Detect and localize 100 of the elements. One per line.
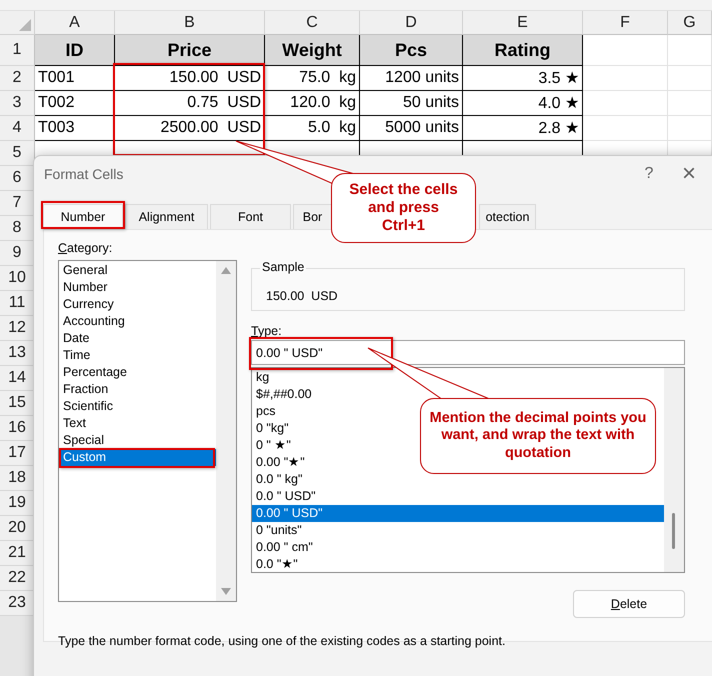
help-button[interactable]: ? [629, 165, 669, 183]
corner-triangle-icon [19, 19, 31, 31]
tab[interactable]: Bor [293, 204, 332, 229]
column-header[interactable]: G [668, 11, 712, 35]
scroll-up-icon[interactable] [221, 267, 231, 274]
list-item[interactable]: Custom [59, 449, 216, 466]
row-header[interactable]: 5 [0, 141, 35, 166]
table-cell: 4.0 ★ [463, 91, 583, 116]
column-header[interactable]: D [360, 11, 463, 35]
scrollbar[interactable] [216, 261, 236, 601]
scrollbar[interactable] [664, 368, 684, 572]
list-item[interactable]: Scientific [59, 398, 118, 415]
header-cell: Price [115, 35, 265, 66]
table-cell: 150.00 USD [115, 66, 265, 91]
list-item[interactable]: 0.00 " cm" [252, 539, 317, 556]
sample-label: Sample [260, 260, 306, 274]
row-header[interactable]: 1 [0, 35, 35, 66]
column-header[interactable]: C [265, 11, 360, 35]
tab[interactable]: Alignment [125, 204, 208, 229]
header-cell: ID [35, 35, 115, 66]
list-item[interactable]: pcs [252, 403, 280, 420]
table-cell: 2.8 ★ [463, 116, 583, 141]
tab[interactable]: otection [479, 204, 536, 229]
list-item[interactable]: $#,##0.00 [252, 386, 316, 403]
row-header[interactable]: 11 [0, 291, 35, 316]
list-item[interactable]: kg [252, 369, 274, 386]
type-label: Type: [251, 324, 283, 340]
list-item[interactable]: Text [59, 415, 90, 432]
column-header[interactable]: A [35, 11, 115, 35]
list-item[interactable]: Percentage [59, 364, 131, 381]
table-cell: 2500.00 USD [115, 116, 265, 141]
dialog-title: Format Cells [44, 166, 124, 182]
column-header[interactable]: F [583, 11, 668, 35]
row-header[interactable]: 14 [0, 366, 35, 391]
list-item[interactable]: Special [59, 432, 108, 449]
row-header[interactable]: 20 [0, 516, 35, 541]
row-header[interactable]: 9 [0, 241, 35, 266]
list-item[interactable]: 0 "units" [252, 522, 306, 539]
table-cell: 5000 units [360, 116, 463, 141]
select-all-corner[interactable] [0, 11, 35, 35]
scroll-down-icon[interactable] [221, 588, 231, 595]
row-header[interactable]: 16 [0, 416, 35, 441]
table-cell: T001 [35, 66, 115, 91]
list-item[interactable]: 0.0 " USD" [252, 488, 320, 505]
empty-cell [668, 66, 712, 91]
description-text: Type the number format code, using one of the existing codes as a starting point. [58, 634, 506, 648]
row-header[interactable]: 10 [0, 266, 35, 291]
row-header[interactable]: 7 [0, 191, 35, 216]
type-input-field[interactable]: 0.00 " USD" [251, 340, 685, 365]
list-item[interactable]: 0.00 " USD" [252, 505, 664, 522]
empty-cell [668, 35, 712, 66]
list-item[interactable]: 0.0 " kg" [252, 471, 306, 488]
row-header[interactable]: 21 [0, 541, 35, 566]
list-item[interactable]: Accounting [59, 313, 129, 330]
row-header[interactable]: 6 [0, 166, 35, 191]
tab[interactable]: Font [210, 204, 291, 229]
row-header[interactable]: 2 [0, 66, 35, 91]
row-header[interactable]: 4 [0, 116, 35, 141]
scrollbar-thumb[interactable] [672, 513, 675, 549]
row-header[interactable]: 3 [0, 91, 35, 116]
list-item[interactable]: 0 " ★" [252, 437, 295, 454]
row-header[interactable]: 15 [0, 391, 35, 416]
table-cell: 120.0 kg [265, 91, 360, 116]
header-cell: Weight [265, 35, 360, 66]
close-button[interactable]: × [669, 160, 709, 188]
table-cell: 1200 units [360, 66, 463, 91]
row-header[interactable]: 19 [0, 491, 35, 516]
tab[interactable]: Number [43, 204, 123, 229]
table-cell: 5.0 kg [265, 116, 360, 141]
list-item[interactable]: 0.0 "★" [252, 556, 302, 573]
list-item[interactable]: General [59, 262, 112, 279]
empty-cell [668, 91, 712, 116]
table-cell: 50 units [360, 91, 463, 116]
list-item[interactable]: 0 "kg" [252, 420, 293, 437]
list-item[interactable]: Fraction [59, 381, 112, 398]
column-header[interactable]: E [463, 11, 583, 35]
table-cell: 75.0 kg [265, 66, 360, 91]
list-item[interactable]: Number [59, 279, 112, 296]
row-header[interactable]: 17 [0, 441, 35, 466]
callout: Select the cells and press Ctrl+1 [331, 173, 476, 243]
list-item[interactable]: Currency [59, 296, 118, 313]
table-cell: 3.5 ★ [463, 66, 583, 91]
category-list[interactable]: General Number Currency Accounting Date Time Percentage Fraction Scientific Text Special Custom [58, 260, 237, 602]
table-cell: 0.75 USD [115, 91, 265, 116]
row-header[interactable]: 13 [0, 341, 35, 366]
list-item[interactable]: Time [59, 347, 94, 364]
sample-value: 150.00 USD [266, 289, 338, 303]
list-item[interactable]: 0.00 "★" [252, 454, 309, 471]
row-header[interactable]: 23 [0, 591, 35, 616]
row-header[interactable]: 18 [0, 466, 35, 491]
list-item[interactable]: Date [59, 330, 94, 347]
category-label: Category: [58, 241, 114, 257]
table-cell: T002 [35, 91, 115, 116]
header-cell: Rating [463, 35, 583, 66]
row-header[interactable]: 22 [0, 566, 35, 591]
header-cell: Pcs [360, 35, 463, 66]
row-header[interactable]: 12 [0, 316, 35, 341]
row-header[interactable]: 8 [0, 216, 35, 241]
column-header[interactable]: B [115, 11, 265, 35]
delete-button[interactable]: Delete [573, 590, 685, 618]
